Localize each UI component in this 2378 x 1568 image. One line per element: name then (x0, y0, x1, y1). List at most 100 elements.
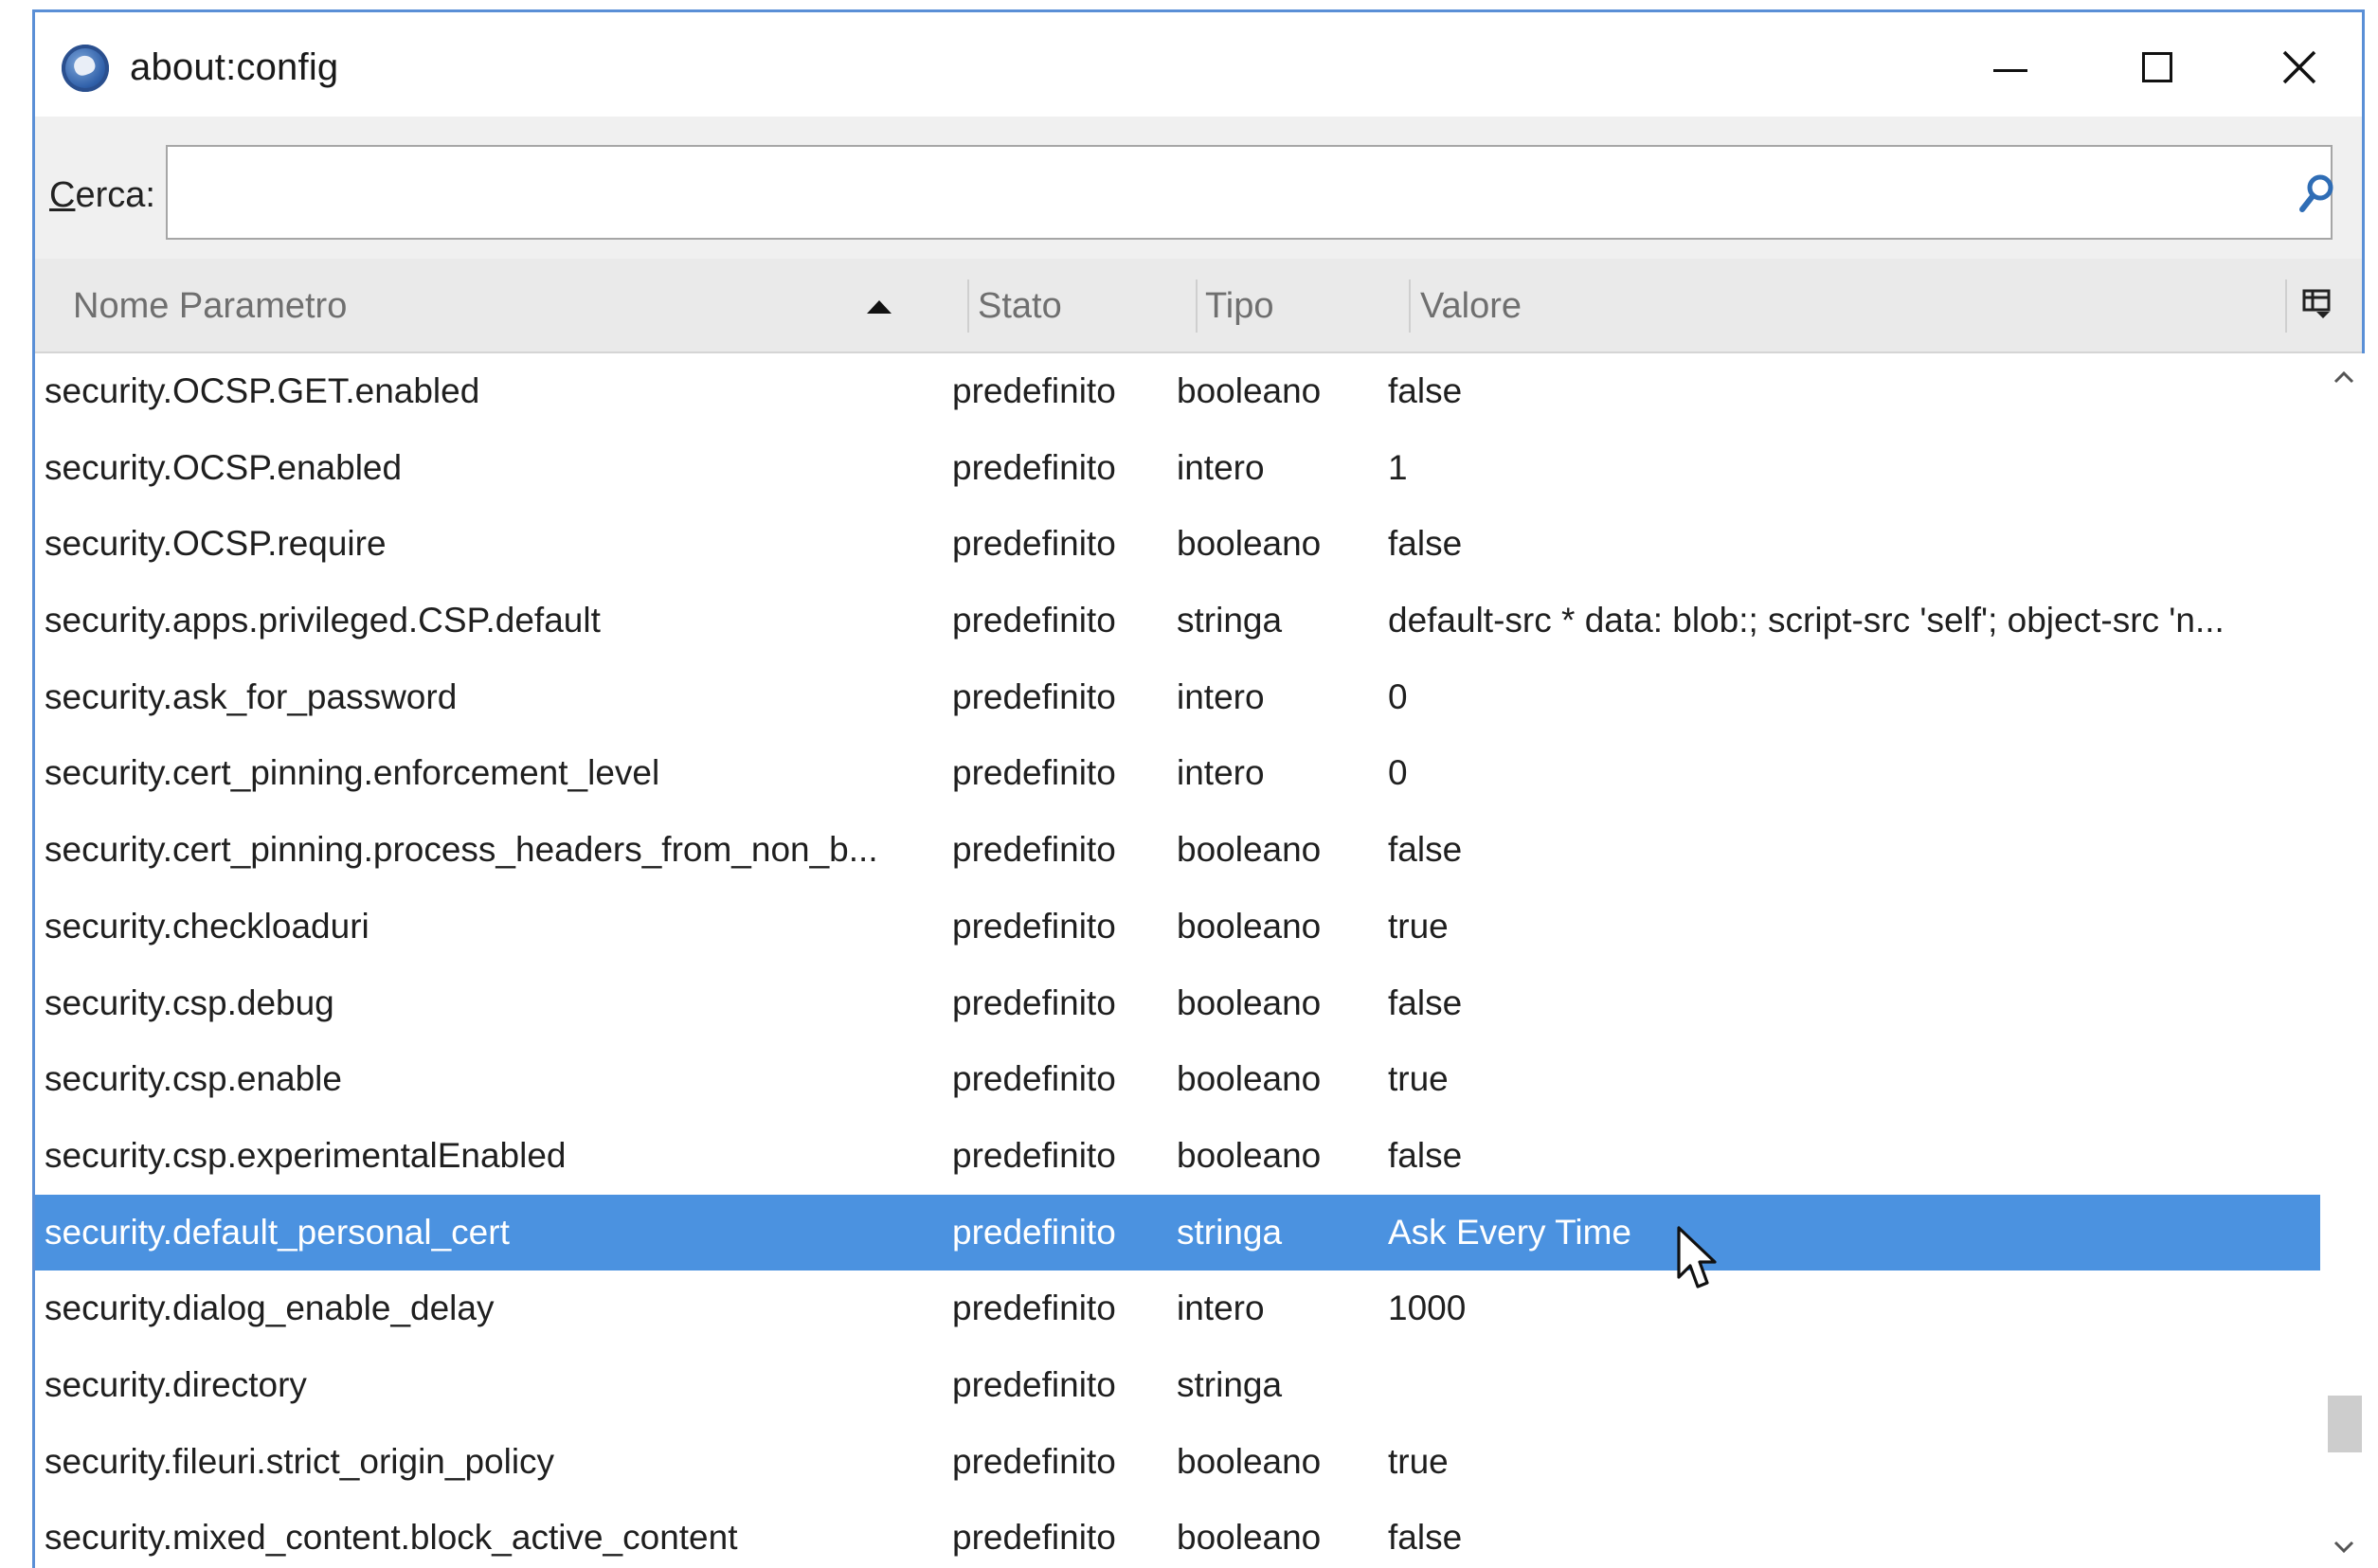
mouse-pointer-icon (1677, 1226, 1717, 1289)
search-icon[interactable] (2297, 173, 2335, 215)
cell-stato: predefinito (952, 1289, 1116, 1328)
table-row[interactable]: security.cert_pinning.enforcement_level p… (35, 735, 2320, 812)
table-row[interactable]: security.dialog_enable_delay predefinito i… (35, 1271, 2320, 1347)
cell-name: security.cert_pinning.process_headers_fr… (45, 830, 878, 870)
column-tipo-header[interactable]: Tipo (1205, 259, 1404, 353)
column-divider[interactable] (1196, 279, 1198, 333)
search-label: Cerca: (49, 175, 155, 216)
cell-stato: predefinito (952, 676, 1116, 716)
table-row[interactable]: security.directory predefinito stringa (35, 1347, 2320, 1424)
cell-stato: predefinito (952, 753, 1116, 793)
cell-stato: predefinito (952, 906, 1116, 946)
column-stato-label: Stato (978, 285, 1062, 326)
maximize-button[interactable] (2105, 31, 2209, 103)
cell-tipo: intero (1177, 753, 1265, 793)
column-header: Nome Parametro Stato Tipo Valore (35, 259, 2362, 353)
cell-tipo: booleano (1177, 830, 1322, 870)
cell-name: security.cert_pinning.enforcement_level (45, 753, 660, 793)
cell-name: security.directory (45, 1364, 307, 1404)
cell-tipo: booleano (1177, 1441, 1322, 1481)
cell-stato: predefinito (952, 524, 1116, 564)
cell-name: security.dialog_enable_delay (45, 1289, 495, 1328)
table-row[interactable]: security.fileuri.strict_origin_policy pre… (35, 1424, 2320, 1501)
cell-stato: predefinito (952, 830, 1116, 870)
cell-tipo: booleano (1177, 1059, 1322, 1099)
cell-name: security.OCSP.require (45, 524, 387, 564)
cell-name: security.csp.experimentalEnabled (45, 1135, 567, 1175)
cell-stato: predefinito (952, 371, 1116, 410)
column-name-label: Nome Parametro (73, 285, 348, 326)
cell-valore: false (1388, 1518, 1463, 1558)
table-row[interactable]: security.OCSP.enabled predefinito intero 1 (35, 430, 2320, 507)
cell-valore: 1 (1388, 447, 1408, 487)
table-row[interactable]: security.apps.privileged.CSP.default pred… (35, 583, 2320, 659)
column-valore-label: Valore (1420, 285, 1522, 326)
cell-valore: true (1388, 1441, 1449, 1481)
cell-tipo: intero (1177, 1289, 1265, 1328)
column-stato-header[interactable]: Stato (978, 259, 1191, 353)
cell-stato: predefinito (952, 982, 1116, 1022)
cell-tipo: booleano (1177, 1135, 1322, 1175)
about-config-window: about:config Cerca: Nome Parametro Stato… (32, 9, 2368, 1568)
thunderbird-icon (62, 45, 109, 92)
cell-valore: true (1388, 1059, 1449, 1099)
column-divider[interactable] (967, 279, 969, 333)
table-row[interactable]: security.OCSP.require predefinito booleano… (35, 506, 2320, 583)
close-button[interactable] (2247, 31, 2351, 103)
column-tipo-label: Tipo (1205, 285, 1274, 326)
table-row[interactable]: security.csp.experimentalEnabled predefin… (35, 1118, 2320, 1195)
cell-stato: predefinito (952, 1364, 1116, 1404)
table-row[interactable]: security.csp.debug predefinito booleano fal… (35, 965, 2320, 1042)
cell-name: security.default_personal_cert (45, 1212, 510, 1252)
close-icon (2282, 50, 2316, 84)
cell-stato: predefinito (952, 1135, 1116, 1175)
window-title: about:config (130, 46, 339, 88)
cell-tipo: booleano (1177, 371, 1322, 410)
title-bar[interactable]: about:config (35, 12, 2362, 117)
cell-stato: predefinito (952, 1441, 1116, 1481)
maximize-icon (2142, 52, 2172, 82)
cell-tipo: stringa (1177, 1364, 1283, 1404)
minimize-button[interactable] (1958, 31, 2063, 103)
cell-tipo: booleano (1177, 524, 1322, 564)
cell-tipo: stringa (1177, 601, 1283, 640)
cell-name: security.csp.debug (45, 982, 334, 1022)
column-name-header[interactable]: Nome Parametro (73, 259, 964, 353)
cell-name: security.OCSP.enabled (45, 447, 403, 487)
scrollbar-thumb[interactable] (2328, 1396, 2362, 1452)
scroll-up-button[interactable] (2320, 353, 2368, 401)
cell-tipo: stringa (1177, 1212, 1283, 1252)
cell-name: security.OCSP.GET.enabled (45, 371, 480, 410)
cell-valore: false (1388, 1135, 1463, 1175)
table-row[interactable]: security.ask_for_password predefinito inte… (35, 659, 2320, 736)
search-input[interactable] (166, 145, 2333, 240)
cell-stato: predefinito (952, 1059, 1116, 1099)
column-valore-header[interactable]: Valore (1420, 259, 2273, 353)
cell-stato: predefinito (952, 1518, 1116, 1558)
table-row[interactable]: security.mixed_content.block_active_cont… (35, 1500, 2320, 1568)
minimize-icon (1993, 68, 2027, 72)
cell-name: security.csp.enable (45, 1059, 342, 1099)
table-row-selected[interactable]: security.default_personal_cert predefinit… (35, 1194, 2320, 1271)
vertical-scrollbar[interactable] (2320, 353, 2368, 1568)
cell-stato: predefinito (952, 1212, 1116, 1252)
cell-tipo: booleano (1177, 982, 1322, 1022)
cell-valore: false (1388, 830, 1463, 870)
cell-valore (1388, 1347, 2307, 1424)
cell-tipo: booleano (1177, 906, 1322, 946)
column-divider[interactable] (1409, 279, 1411, 333)
table-row[interactable]: security.csp.enable predefinito booleano tr… (35, 1041, 2320, 1118)
screen: about:config Cerca: Nome Parametro Stato… (0, 0, 2378, 1568)
table-row[interactable]: security.checkloaduri predefinito booleano… (35, 889, 2320, 965)
column-divider[interactable] (2285, 279, 2287, 333)
cell-valore: false (1388, 982, 1463, 1022)
cell-name: security.checkloaduri (45, 906, 369, 946)
cell-name: security.apps.privileged.CSP.default (45, 601, 601, 640)
scroll-down-button[interactable] (2320, 1523, 2368, 1568)
column-picker-icon[interactable] (2301, 287, 2333, 319)
cell-valore: default-src * data: blob:; script-src 's… (1388, 601, 2225, 640)
search-label-accesskey: C (49, 175, 76, 215)
table-row[interactable]: security.OCSP.GET.enabled predefinito bool… (35, 353, 2320, 430)
table-row[interactable]: security.cert_pinning.process_headers_fr… (35, 812, 2320, 889)
cell-valore: 0 (1388, 753, 1408, 793)
